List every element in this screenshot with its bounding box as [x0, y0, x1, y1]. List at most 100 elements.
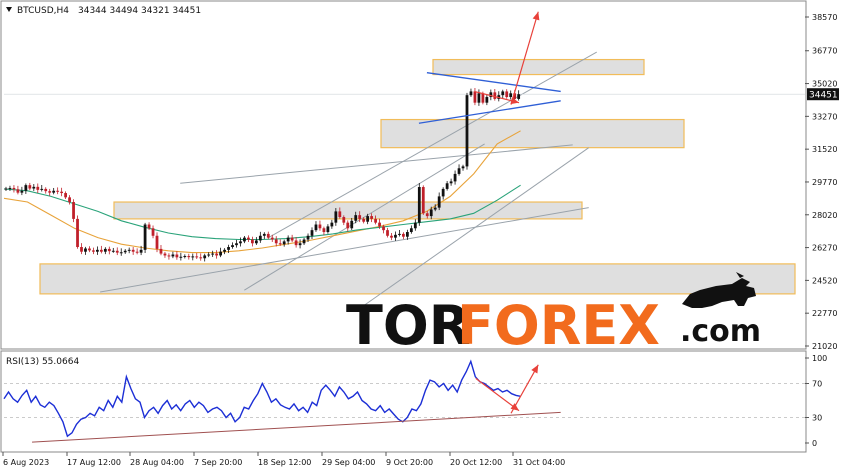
candle-body	[457, 168, 461, 174]
candle-body	[99, 249, 103, 252]
watermark-dotcom: .com	[680, 314, 761, 349]
candle-body	[382, 226, 385, 231]
candle-body	[131, 249, 135, 252]
candle-body	[437, 196, 441, 208]
candle-body	[282, 241, 286, 245]
candle-body	[266, 233, 270, 238]
candle-body	[243, 237, 246, 242]
candle-body	[72, 202, 75, 219]
candle-body	[119, 252, 123, 254]
time-tick-label: 7 Sep 20:00	[194, 458, 242, 467]
candle-body	[92, 250, 95, 252]
zone-1	[432, 58, 645, 76]
price-tick-label: 36770	[812, 47, 837, 56]
candle-body	[461, 166, 465, 169]
ohlc-label: 34344 34494 34321 34451	[78, 6, 201, 16]
price-tick-label: 29770	[812, 178, 837, 187]
candle-body	[334, 211, 338, 223]
candle-body	[48, 191, 52, 193]
candle-body	[413, 222, 417, 229]
time-tick-label: 31 Oct 04:00	[513, 458, 565, 467]
candle-body	[219, 251, 222, 256]
candle-body	[135, 251, 139, 253]
candle-body	[417, 187, 421, 223]
time-tick-label: 20 Oct 12:00	[450, 458, 502, 467]
candle-body	[505, 91, 509, 98]
candle-body	[171, 254, 175, 257]
price-badge-text: 34451	[809, 91, 838, 101]
candle-body	[394, 234, 397, 238]
candle-body	[68, 197, 71, 203]
rsi-tick-label: 70	[812, 380, 822, 389]
candle-body	[159, 248, 163, 254]
candle-body	[80, 247, 83, 252]
candle-body	[60, 191, 64, 194]
candle-body	[477, 93, 481, 103]
candle-body	[290, 237, 294, 241]
price-tick-label: 31520	[812, 145, 837, 154]
candle-body	[258, 235, 262, 241]
candle-body	[465, 95, 469, 167]
candle-body	[24, 185, 28, 191]
candle-body	[127, 249, 131, 251]
candle-body	[302, 239, 306, 244]
price-tick-label: 24520	[812, 276, 837, 285]
candle-body	[390, 235, 393, 238]
chart-header: BTCUSD,H4 34344 34494 34321 34451	[6, 6, 201, 16]
candle-body	[28, 185, 32, 189]
candle-body	[429, 209, 433, 217]
watermark-tor: TOR	[346, 294, 470, 357]
candle-36	[143, 222, 147, 254]
current-price-badge: 34451	[807, 88, 839, 101]
rsi-tick-label: 100	[812, 354, 827, 363]
candle-body	[143, 224, 147, 250]
candle-body	[115, 250, 119, 253]
price-chart[interactable]: TOR FOREX .com BTCUSD,H4 34344 34494 343…	[0, 0, 846, 471]
candle-body	[374, 218, 377, 223]
candle-body	[262, 233, 266, 236]
candle-body	[326, 226, 330, 233]
candle-body	[227, 247, 230, 250]
candle-body	[36, 186, 40, 190]
candle-body	[485, 97, 489, 103]
candle-body	[274, 239, 278, 244]
candle-body	[187, 256, 191, 258]
candle-body	[322, 228, 326, 233]
time-tick-label: 28 Aug 04:00	[130, 458, 184, 467]
candle-body	[20, 190, 24, 193]
candle-body	[481, 93, 485, 103]
candle-body	[199, 257, 203, 259]
price-tick-label: 26270	[812, 244, 837, 253]
candle-18	[72, 199, 75, 223]
candle-body	[441, 188, 445, 197]
candle-body	[155, 235, 159, 249]
candle-body	[8, 187, 12, 189]
rsi-tick-label: 30	[812, 414, 822, 423]
candle-body	[346, 222, 350, 229]
candle-body	[103, 248, 107, 252]
candle-body	[509, 93, 513, 98]
candle-body	[56, 190, 60, 192]
candle-body	[12, 187, 16, 190]
candle-body	[247, 237, 250, 240]
rsi-label: RSI(13) 55.0664	[6, 357, 79, 367]
candle-body	[425, 213, 429, 217]
candle-body	[4, 188, 8, 190]
candle-body	[338, 211, 342, 218]
candle-body	[195, 256, 199, 258]
candle-body	[378, 222, 381, 227]
candle-body	[52, 190, 56, 193]
candle-body	[366, 216, 370, 222]
candle-body	[107, 248, 111, 252]
candle-body	[40, 188, 44, 190]
candle-body	[453, 173, 457, 182]
candle-body	[298, 243, 302, 246]
candle-body	[139, 249, 143, 253]
price-tick-label: 28020	[812, 211, 837, 220]
candle-body	[76, 218, 79, 248]
candle-body	[402, 233, 405, 237]
candle-body	[231, 245, 234, 248]
rsi-tick-label: 0	[812, 439, 817, 448]
candle-19	[76, 215, 79, 249]
candle-body	[211, 253, 215, 255]
